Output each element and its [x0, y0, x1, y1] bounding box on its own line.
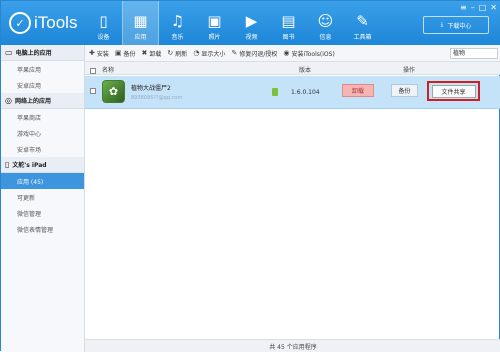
sidebar-item-wechat-emoji[interactable]: 微信表情管理: [1, 221, 84, 237]
backup-label: 备份: [123, 50, 136, 58]
download-center-button[interactable]: ⤓ 下载中心: [423, 16, 489, 34]
uninstall-label: 卸载: [149, 50, 162, 58]
sidebar-item-game-center[interactable]: 游戏中心: [1, 125, 84, 141]
row-backup-button[interactable]: 备份: [391, 84, 418, 97]
file-share-button[interactable]: 文件共享: [431, 84, 476, 98]
nav-label: 照片: [208, 34, 221, 41]
nav-label: 视频: [245, 34, 258, 41]
download-label: 下载中心: [447, 22, 472, 30]
nav-photos[interactable]: ▣ 照片: [196, 1, 233, 45]
sidebar-item-apple-store[interactable]: 苹果商店: [1, 109, 84, 125]
install-itools-label: 安装iTools(iOS): [291, 50, 335, 58]
minimize-icon[interactable]: –: [471, 3, 475, 12]
itools-window: ✓ iTools ▯ 设备 ▦ 应用 ♫ 音乐 ▣ 照片 ▶ 视频 ▤ 图书 ☺…: [0, 0, 500, 352]
install-icon: ✚: [89, 49, 95, 57]
sidebar: ▭ 电脑上的应用 苹果应用 安卓应用 ◎ 网络上的应用 苹果商店 游戏中心 安卓…: [1, 45, 85, 352]
trash-icon: ✖: [141, 49, 148, 57]
show-size-label: 显示大小: [201, 50, 226, 58]
backup-button[interactable]: ▣ 备份: [115, 49, 136, 58]
download-icon: ⤓: [440, 21, 444, 28]
app-logo: ✓ iTools: [9, 10, 79, 36]
maximize-icon[interactable]: □: [479, 3, 487, 12]
music-icon: ♫: [170, 12, 185, 30]
sidebar-item-apple-apps[interactable]: 苹果应用: [1, 61, 84, 77]
app-name: 植物大战僵尸2: [131, 85, 171, 92]
nav-toolbox[interactable]: ✎ 工具箱: [344, 1, 381, 45]
person-icon: ☺: [317, 12, 334, 30]
sidebar-section-pc-apps[interactable]: ▭ 电脑上的应用: [1, 45, 84, 61]
refresh-button[interactable]: ↻ 刷新: [167, 49, 187, 58]
nav-label: 信息: [319, 34, 332, 41]
search-input[interactable]: 植物: [450, 48, 498, 59]
phone-icon: ▯: [99, 12, 108, 30]
install-button[interactable]: ✚ 安装: [89, 49, 109, 58]
nav-video[interactable]: ▶ 视频: [233, 1, 270, 45]
nav-music[interactable]: ♫ 音乐: [159, 1, 196, 45]
ipad-icon: ▯: [5, 160, 10, 169]
highlight-box: 文件共享: [427, 81, 480, 101]
nav-label: 图书: [282, 34, 295, 41]
nav-device[interactable]: ▯ 设备: [85, 1, 122, 45]
video-icon: ▶: [245, 12, 258, 30]
fix-flash-button[interactable]: ✎ 修复闪退/授权: [231, 49, 277, 58]
logo-icon: ✓: [9, 12, 31, 34]
sidebar-item-android-market[interactable]: 安卓市场: [1, 141, 84, 157]
sidebar-section-web-apps[interactable]: ◎ 网络上的应用: [1, 93, 84, 109]
close-icon[interactable]: ✕: [490, 3, 497, 12]
menu-icon[interactable]: ≡: [460, 3, 467, 12]
column-actions: 操作: [403, 67, 416, 74]
app-account: 8938095??@qq.com: [131, 95, 183, 101]
wrench-icon: ✎: [231, 49, 238, 57]
section-title: 文舵's iPad: [12, 162, 47, 169]
nav-info[interactable]: ☺ 信息: [307, 1, 344, 45]
row-checkbox[interactable]: [90, 88, 96, 94]
column-name[interactable]: 名称: [102, 65, 114, 74]
sidebar-item-android-apps[interactable]: 安卓应用: [1, 77, 84, 93]
logo-text: iTools: [34, 13, 78, 32]
refresh-label: 刷新: [175, 50, 188, 58]
book-icon: ▤: [281, 12, 296, 30]
toolbar: ✚ 安装 ▣ 备份 ✖ 卸载 ↻ 刷新 ◔ 显示大小 ✎ 修复闪退/授权 ◉ 安…: [85, 45, 500, 62]
refresh-icon: ↻: [167, 49, 174, 57]
sidebar-item-apps[interactable]: 应用 (45): [1, 173, 84, 189]
itools-icon: ◉: [283, 49, 290, 57]
nav-label: 应用: [134, 34, 147, 41]
backup-icon: ▣: [114, 49, 122, 57]
photo-icon: ▣: [207, 12, 222, 30]
fix-flash-label: 修复闪退/授权: [239, 50, 278, 58]
main-nav: ▯ 设备 ▦ 应用 ♫ 音乐 ▣ 照片 ▶ 视频 ▤ 图书 ☺ 信息 ✎ 工具箱: [85, 1, 381, 45]
window-controls: ≡ – □ ✕: [460, 3, 497, 12]
install-label: 安装: [96, 50, 109, 58]
sidebar-item-updates[interactable]: 可更新: [1, 189, 84, 205]
title-bar: ✓ iTools ▯ 设备 ▦ 应用 ♫ 音乐 ▣ 照片 ▶ 视频 ▤ 图书 ☺…: [1, 1, 500, 45]
table-header: 名称 版本 操作: [85, 62, 500, 75]
app-version: 1.6.0.104: [291, 89, 320, 96]
nav-label: 设备: [97, 34, 110, 41]
table-row[interactable]: ✿ 植物大战僵尸2 8938095??@qq.com 1.6.0.104 卸载 …: [85, 76, 500, 109]
monitor-icon: ▭: [5, 48, 13, 57]
nav-books[interactable]: ▤ 图书: [270, 1, 307, 45]
sidebar-section-ipad[interactable]: ▯ 文舵's iPad: [1, 157, 84, 173]
nav-label: 工具箱: [353, 34, 372, 41]
wrench-icon: ✎: [356, 12, 369, 30]
row-uninstall-button[interactable]: 卸载: [342, 84, 374, 97]
column-version[interactable]: 版本: [299, 65, 311, 74]
install-itools-button[interactable]: ◉ 安装iTools(iOS): [283, 49, 334, 58]
device-icon: [272, 88, 278, 96]
globe-icon: ◎: [5, 96, 12, 105]
uninstall-button[interactable]: ✖ 卸载: [142, 49, 162, 58]
section-title: 电脑上的应用: [15, 50, 52, 57]
sidebar-item-wechat[interactable]: 微信管理: [1, 205, 84, 221]
size-icon: ◔: [193, 49, 200, 57]
nav-apps[interactable]: ▦ 应用: [122, 1, 159, 45]
show-size-button[interactable]: ◔ 显示大小: [193, 49, 225, 58]
status-bar: 共 45 个应用程序: [85, 339, 500, 352]
nav-label: 音乐: [171, 34, 184, 41]
plants-vs-zombies-icon: ✿: [102, 80, 125, 103]
section-title: 网络上的应用: [14, 98, 51, 105]
apps-icon: ▦: [133, 12, 148, 30]
